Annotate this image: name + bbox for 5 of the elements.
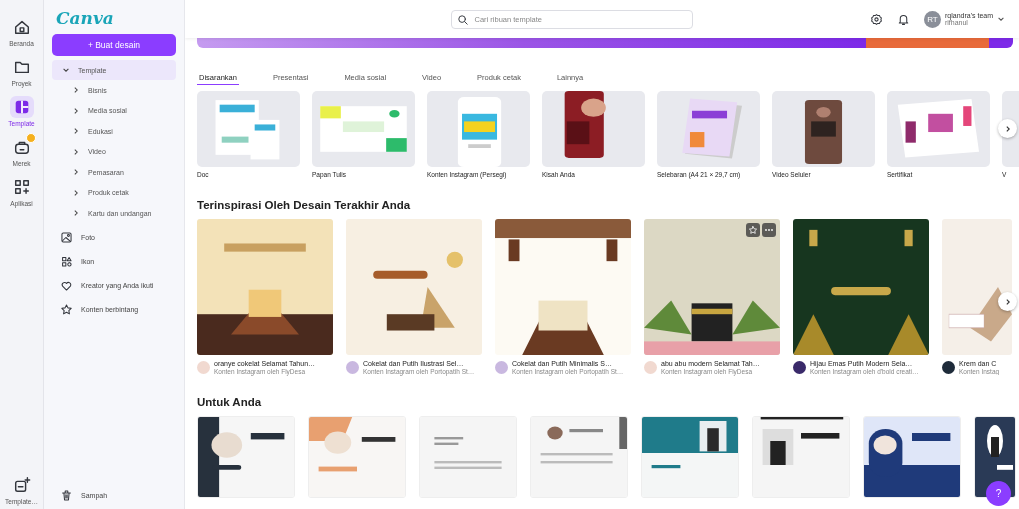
section-title: Untuk Anda — [197, 396, 263, 408]
avatar: RT — [923, 10, 941, 28]
section-title: Terinspirasi Oleh Desain Terakhir Anda — [197, 199, 412, 211]
create-design-button[interactable]: + Buat desain — [52, 34, 176, 56]
logo: Canva — [56, 8, 114, 28]
